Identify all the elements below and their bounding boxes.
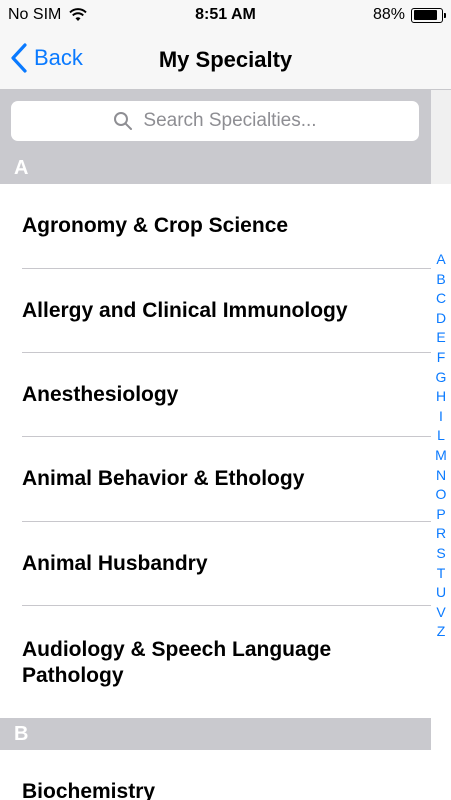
list-item-label: Animal Behavior & Ethology — [22, 467, 305, 490]
index-letter-h[interactable]: H — [436, 387, 446, 407]
section-index[interactable]: ABCDEFGHILMNOPRSTUVZ — [431, 250, 451, 642]
status-right: 88% — [372, 6, 446, 24]
index-letter-i[interactable]: I — [439, 407, 443, 427]
list-item[interactable]: Anesthesiology — [0, 353, 431, 437]
list-item[interactable]: Allergy and Clinical Immunology — [0, 269, 431, 353]
index-letter-t[interactable]: T — [437, 564, 446, 584]
battery-icon — [411, 7, 446, 23]
index-letter-u[interactable]: U — [436, 583, 446, 603]
index-letter-b[interactable]: B — [436, 270, 445, 290]
battery-level-fill — [413, 10, 438, 20]
index-letter-p[interactable]: P — [436, 505, 445, 525]
page-title: My Specialty — [158, 47, 293, 72]
status-bar: No SIM 8:51 AM 88% — [0, 0, 451, 30]
index-letter-m[interactable]: M — [435, 446, 447, 466]
battery-cap — [443, 12, 446, 18]
index-letter-r[interactable]: R — [436, 524, 446, 544]
index-gutter-top — [431, 90, 451, 184]
index-letter-l[interactable]: L — [437, 426, 445, 446]
navigation-bar: Back My Specialty — [0, 30, 451, 90]
index-letter-s[interactable]: S — [436, 544, 445, 564]
index-letter-n[interactable]: N — [436, 466, 446, 486]
battery-percent: 88% — [372, 6, 405, 23]
search-icon — [114, 112, 133, 130]
index-letter-o[interactable]: O — [436, 485, 447, 505]
index-letter-z[interactable]: Z — [437, 622, 446, 642]
list-item[interactable]: Audiology & Speech Language Pathology — [0, 606, 431, 718]
index-letter-a[interactable]: A — [436, 250, 445, 270]
search-placeholder: Search Specialties... — [143, 110, 317, 131]
index-letter-f[interactable]: F — [437, 348, 446, 368]
index-letter-c[interactable]: C — [436, 289, 446, 309]
list-item[interactable]: Animal Behavior & Ethology — [0, 437, 431, 522]
index-letter-e[interactable]: E — [436, 328, 445, 348]
search-input[interactable]: Search Specialties... — [11, 101, 419, 141]
list-item[interactable]: Agronomy & Crop Science — [0, 184, 431, 269]
search-bar-container: Search Specialties... — [0, 90, 431, 152]
index-letter-d[interactable]: D — [436, 309, 446, 329]
index-letter-g[interactable]: G — [436, 368, 447, 388]
list-item[interactable]: Biochemistry — [0, 750, 431, 800]
index-letter-v[interactable]: V — [436, 603, 445, 623]
list-item-label: Biochemistry — [22, 780, 156, 800]
list-item-label: Allergy and Clinical Immunology — [22, 299, 348, 322]
list-item-label: Agronomy & Crop Science — [22, 214, 289, 237]
section-header-a: A — [0, 152, 431, 184]
list-item[interactable]: Animal Husbandry — [0, 522, 431, 606]
section-header-b: B — [0, 718, 431, 750]
list-item-label: Anesthesiology — [22, 383, 179, 406]
list-item-label: Animal Husbandry — [22, 552, 208, 575]
list-item-label: Audiology & Speech Language Pathology — [22, 638, 332, 687]
